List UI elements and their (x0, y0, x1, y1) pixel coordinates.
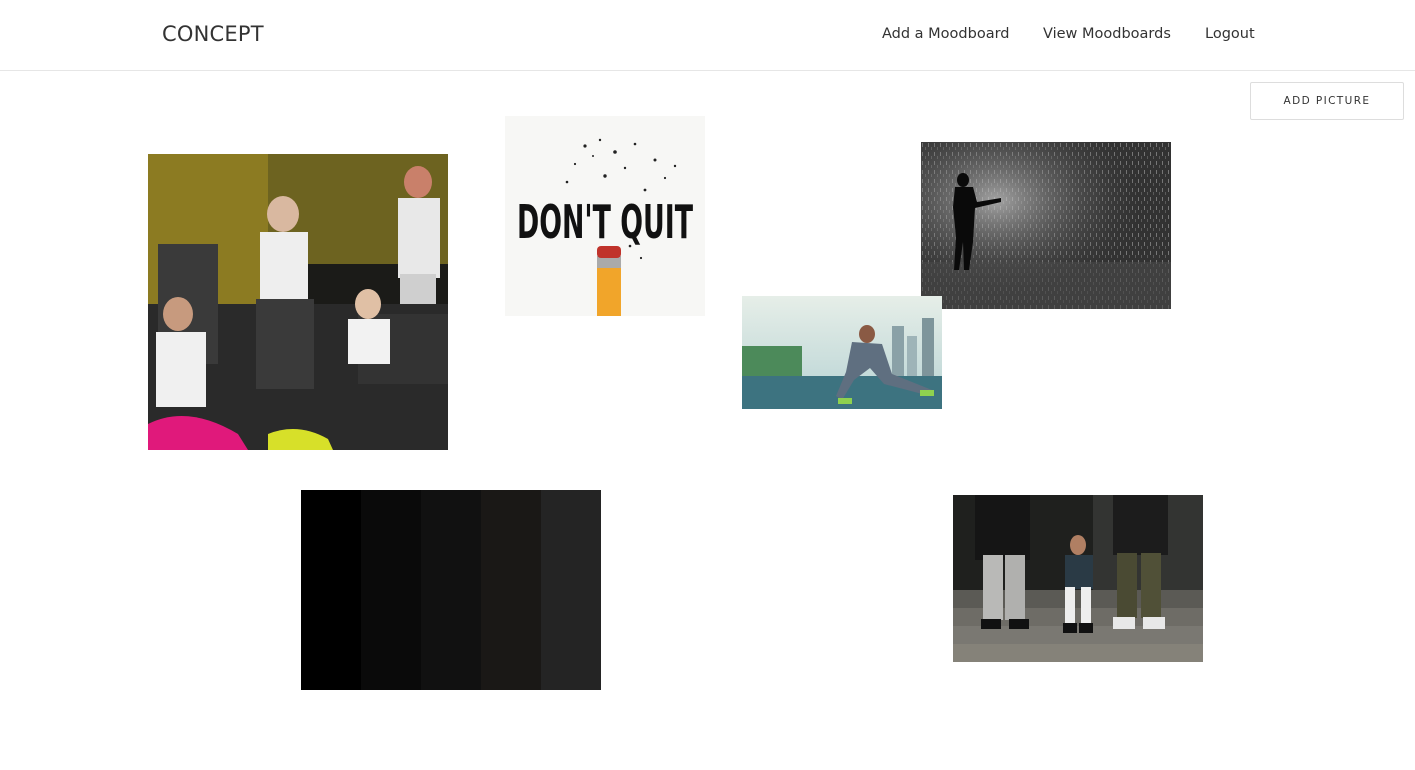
moodboard-picture-fashion-group[interactable] (148, 154, 448, 450)
fashion-group-image (148, 154, 448, 450)
runner-image (742, 296, 942, 409)
brand-logo[interactable]: CONCEPT (162, 22, 264, 46)
dont-quit-text: DON'T QUIT (517, 195, 693, 249)
rain-room-image (921, 142, 1171, 309)
palette-swatch (421, 490, 481, 690)
moodboard-picture-rain-room[interactable] (921, 142, 1171, 309)
moodboard-picture-sneakers-steps[interactable] (953, 495, 1203, 662)
dont-quit-image: DON'T QUIT (505, 116, 705, 316)
sneakers-steps-image (953, 495, 1203, 662)
nav-logout[interactable]: Logout (1205, 26, 1255, 42)
moodboard-picture-color-palette[interactable] (301, 490, 601, 690)
nav-view-moodboards[interactable]: View Moodboards (1043, 26, 1171, 42)
palette-swatch (361, 490, 421, 690)
palette-swatch (481, 490, 541, 690)
add-picture-button[interactable]: ADD PICTURE (1250, 82, 1404, 120)
palette-swatch (541, 490, 601, 690)
moodboard-picture-runner-stretching[interactable] (742, 296, 942, 409)
nav-add-moodboard[interactable]: Add a Moodboard (882, 26, 1010, 42)
moodboard-picture-dont-quit[interactable]: DON'T QUIT (505, 116, 705, 316)
navbar: CONCEPT Add a Moodboard View Moodboards … (0, 0, 1415, 71)
palette-swatch (301, 490, 361, 690)
